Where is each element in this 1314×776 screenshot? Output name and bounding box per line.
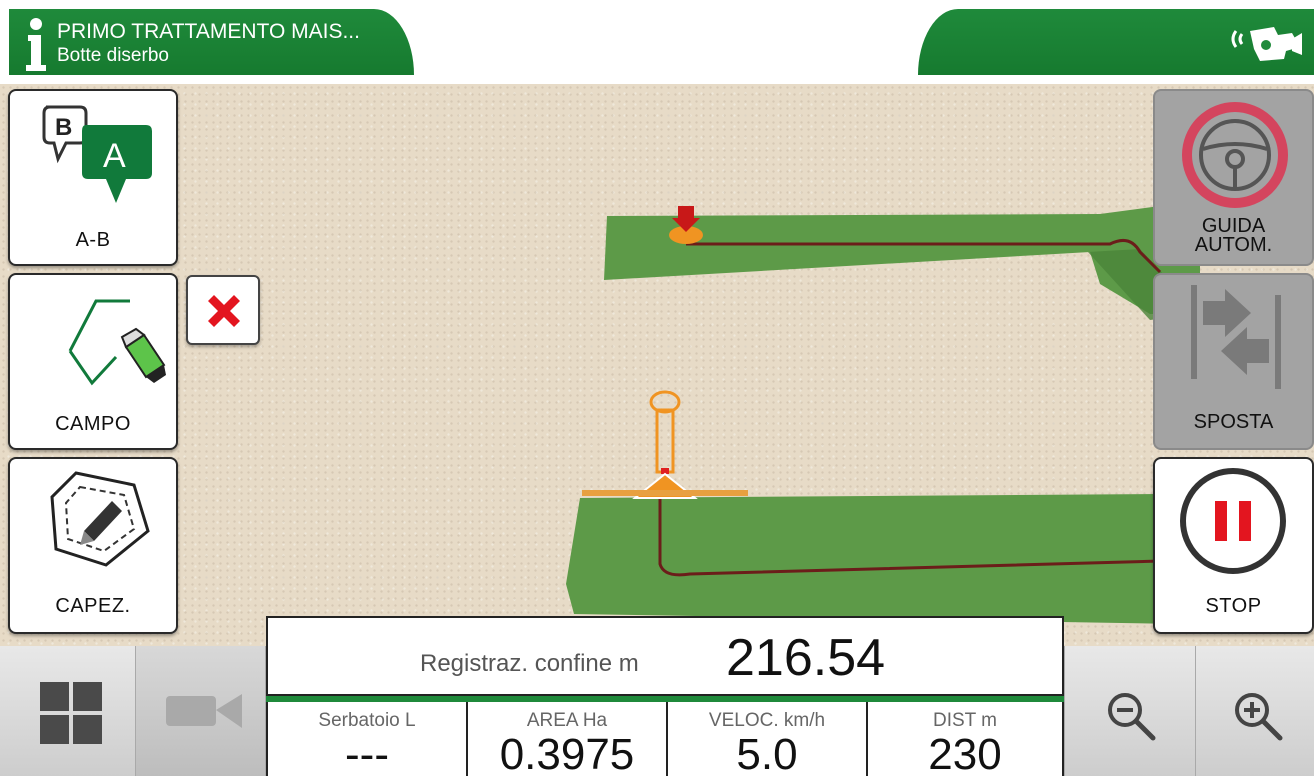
capez-button[interactable]: CAPEZ. (8, 457, 178, 634)
ab-line-label: A-B (75, 229, 111, 251)
guida-label-2: AUTOM. (1194, 234, 1273, 256)
field-map[interactable] (0, 84, 1314, 646)
stat-distance-value: 230 (928, 730, 1002, 776)
header-bar: PRIMO TRATTAMENTO MAIS... Botte diserbo (9, 9, 414, 75)
stat-area-label: AREA Ha (526, 710, 608, 731)
ab-line-button[interactable]: B A A-B (8, 89, 178, 266)
camera-icon (166, 694, 242, 728)
zoom-in-icon (1235, 693, 1283, 741)
shift-button[interactable]: SPOSTA (1153, 273, 1314, 450)
ab-line-icon: B A (42, 105, 152, 203)
zoom-out-button[interactable] (1064, 646, 1196, 776)
shift-arrows-icon (1191, 285, 1281, 389)
grid-menu-icon (40, 682, 102, 744)
zoom-in-button[interactable] (1196, 646, 1314, 776)
capez-label: CAPEZ. (55, 595, 131, 617)
menu-button[interactable] (0, 646, 136, 776)
marker-a: A (103, 137, 126, 175)
stat-speed-label: VELOC. km/h (708, 710, 826, 731)
tractor-icon (582, 390, 748, 499)
job-title: PRIMO TRATTAMENTO MAIS... (57, 20, 360, 43)
boundary-readout: Registraz. confine m 216.54 (266, 616, 1064, 696)
stat-area-value: 0.3975 (499, 730, 635, 776)
stat-tank-value: --- (345, 730, 389, 776)
stop-button[interactable]: STOP (1153, 457, 1314, 634)
campo-label: CAMPO (55, 413, 131, 435)
readout-label: Registraz. confine m (420, 650, 639, 677)
stop-label: STOP (1205, 595, 1262, 617)
sposta-label: SPOSTA (1193, 411, 1274, 433)
stat-speed-value: 5.0 (736, 730, 798, 776)
auto-guidance-button[interactable]: GUIDA AUTOM. (1153, 89, 1314, 266)
stat-distance: DIST m 230 (866, 702, 1064, 776)
pause-icon (1180, 468, 1286, 574)
header-status-bar (918, 9, 1314, 75)
cancel-button[interactable] (186, 275, 260, 345)
marker-b: B (55, 114, 72, 141)
guida-label-1: GUIDA (1201, 215, 1266, 237)
stat-tank: Serbatoio L --- (266, 702, 466, 776)
field-draw-icon (68, 299, 166, 386)
zoom-out-icon (1108, 693, 1156, 741)
stat-speed: VELOC. km/h 5.0 (666, 702, 866, 776)
readout-value: 216.54 (726, 629, 886, 687)
gps-signal-icon[interactable] (1226, 21, 1306, 65)
stat-area: AREA Ha 0.3975 (466, 702, 666, 776)
stat-distance-label: DIST m (932, 710, 998, 731)
stat-tank-label: Serbatoio L (318, 710, 416, 731)
close-icon (208, 295, 240, 327)
implement-name: Botte diserbo (57, 45, 169, 66)
headland-icon (50, 471, 150, 567)
camera-button[interactable] (136, 646, 266, 776)
campo-button[interactable]: CAMPO (8, 273, 178, 450)
info-icon[interactable] (21, 17, 51, 72)
steering-wheel-icon (1182, 102, 1288, 208)
